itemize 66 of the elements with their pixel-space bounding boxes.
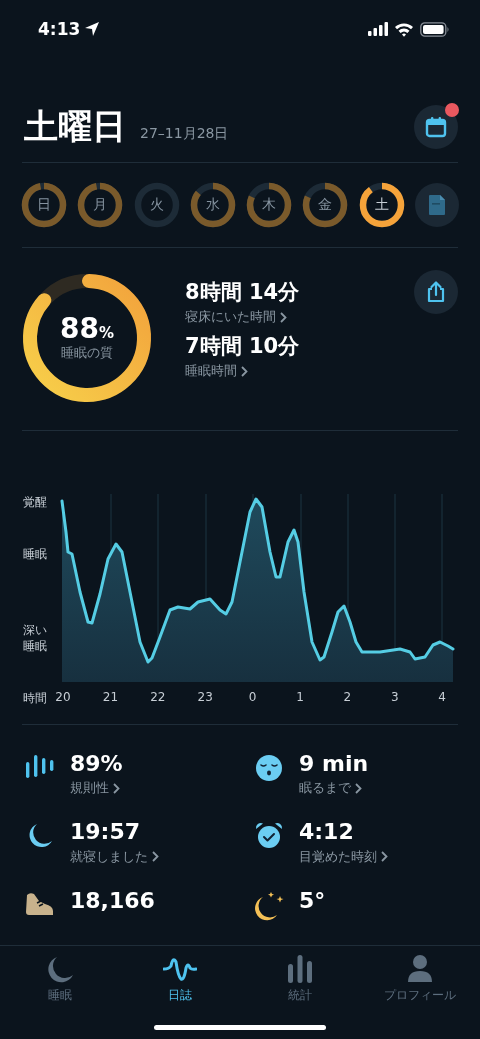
stat-link[interactable]: 規則性 bbox=[70, 779, 120, 798]
moon-stars-icon bbox=[253, 890, 285, 921]
day-ring-button[interactable]: 水 bbox=[189, 182, 236, 228]
axis-label: 深い睡眠 bbox=[23, 622, 48, 655]
axis-label: 23 bbox=[197, 690, 213, 704]
axis-label: 21 bbox=[102, 690, 119, 704]
stat-value: 4:12 bbox=[299, 819, 354, 845]
metric-value: 7時間 10分 bbox=[185, 333, 300, 360]
axis-label: 2 bbox=[343, 690, 352, 704]
day-ring-button[interactable]: 月 bbox=[77, 182, 124, 228]
axis-title: 時間 bbox=[23, 690, 47, 707]
stat-value: 89% bbox=[70, 751, 123, 777]
day-ring-button[interactable]: 火 bbox=[133, 182, 180, 228]
tab-bar-item[interactable]: 睡眠 bbox=[5, 954, 115, 1004]
alarm-clock-icon bbox=[253, 822, 285, 851]
metric-link[interactable]: 寝床にいた時間 bbox=[185, 308, 287, 326]
axis-label: 20 bbox=[55, 690, 71, 704]
day-ring-button[interactable]: 土 bbox=[358, 182, 405, 228]
chevron-icon bbox=[152, 851, 159, 863]
day-title: 土曜日 bbox=[24, 105, 126, 148]
document-icon bbox=[427, 194, 446, 216]
wifi-icon bbox=[394, 21, 414, 37]
calendar-icon bbox=[425, 116, 447, 138]
chevron-icon bbox=[280, 311, 287, 323]
chevron-icon bbox=[355, 782, 362, 794]
bar-chart-icon bbox=[287, 954, 313, 984]
calendar-button[interactable] bbox=[414, 105, 458, 149]
signal-icon bbox=[368, 22, 388, 36]
day-ring-button[interactable]: 木 bbox=[246, 182, 293, 228]
tab-bar-item[interactable]: 日誌 bbox=[125, 954, 235, 1004]
axis-label: 3 bbox=[391, 690, 399, 704]
axis-label: 22 bbox=[150, 690, 166, 704]
shoe-icon bbox=[24, 890, 56, 917]
moon-icon bbox=[45, 954, 75, 984]
stat-value: 5° bbox=[299, 887, 326, 913]
stat-value: 19:57 bbox=[70, 819, 141, 845]
profile-icon bbox=[407, 954, 433, 984]
chevron-icon bbox=[113, 782, 120, 794]
report-button[interactable] bbox=[414, 183, 459, 227]
axis-label: 睡眠 bbox=[23, 546, 48, 563]
day-ring-button[interactable]: 金 bbox=[302, 182, 349, 228]
axis-label: 4 bbox=[438, 690, 446, 704]
chevron-icon bbox=[241, 365, 248, 377]
tab-bar-item[interactable]: プロフィール bbox=[365, 954, 475, 1004]
axis-label: 覚醒 bbox=[23, 494, 48, 511]
chevron-icon bbox=[381, 851, 388, 863]
metric-link[interactable]: 睡眠時間 bbox=[185, 362, 248, 380]
stat-link[interactable]: 眠るまで bbox=[299, 779, 362, 798]
tab-bar-item[interactable]: 統計 bbox=[245, 954, 355, 1004]
day-ring-button[interactable]: 日 bbox=[21, 182, 67, 228]
share-button[interactable] bbox=[414, 270, 458, 314]
bars-icon bbox=[24, 754, 56, 780]
quality-percent: 88% bbox=[60, 313, 114, 345]
axis-label: 0 bbox=[248, 690, 257, 704]
metric-value: 8時間 14分 bbox=[185, 279, 300, 306]
stat-link[interactable]: 目覚めた時刻 bbox=[299, 847, 388, 866]
stat-value: 18,166 bbox=[70, 887, 155, 913]
stat-value: 9 min bbox=[299, 751, 369, 777]
sleeping-face-icon bbox=[253, 754, 285, 782]
stat-link[interactable]: 就寝しました bbox=[70, 847, 159, 866]
quality-link[interactable]: 睡眠の質 bbox=[61, 344, 113, 363]
location-arrow-icon bbox=[84, 21, 101, 37]
status-time: 4:13 bbox=[38, 19, 81, 39]
date-range: 27–11月28日 bbox=[140, 125, 229, 143]
axis-label: 1 bbox=[296, 690, 304, 704]
share-icon bbox=[426, 281, 446, 303]
